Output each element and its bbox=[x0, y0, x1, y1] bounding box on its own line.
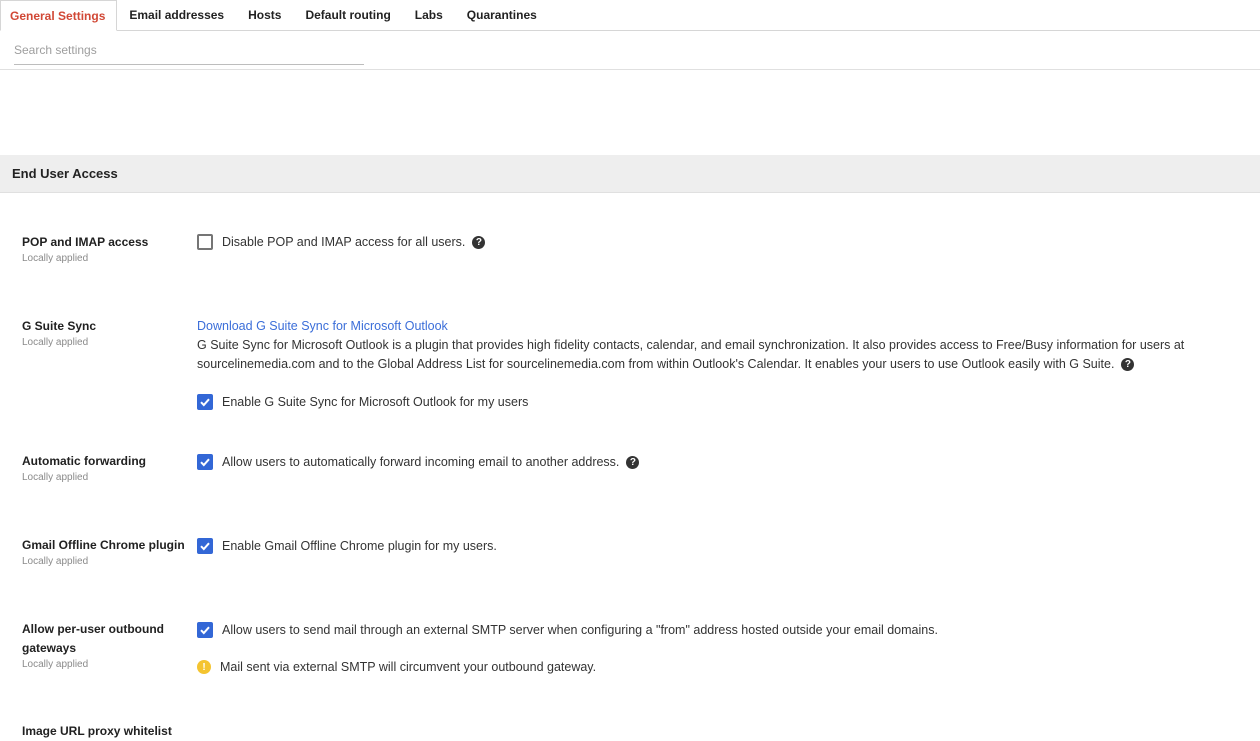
setting-status: Locally applied bbox=[22, 556, 89, 567]
checkmark-icon bbox=[200, 458, 210, 467]
description-text: G Suite Sync for Microsoft Outlook is a … bbox=[197, 338, 1185, 371]
checkbox-label: Enable Gmail Offline Chrome plugin for m… bbox=[222, 539, 497, 553]
search-bar bbox=[0, 31, 1260, 70]
setting-label: POP and IMAP access Locally applied bbox=[22, 233, 192, 266]
gsuite-sync-checkbox[interactable] bbox=[197, 394, 213, 410]
tab-quarantines[interactable]: Quarantines bbox=[455, 0, 549, 31]
setting-status: Locally applied bbox=[22, 337, 89, 348]
tab-general-settings[interactable]: General Settings bbox=[0, 0, 118, 31]
setting-label: Automatic forwarding Locally applied bbox=[22, 452, 192, 485]
checkbox-label: Disable POP and IMAP access for all user… bbox=[222, 235, 466, 249]
search-settings-input[interactable] bbox=[14, 36, 364, 65]
setting-status: Locally applied bbox=[22, 659, 89, 670]
setting-label: Allow per-user outbound gateways Locally… bbox=[22, 620, 182, 672]
checkbox-label: Allow users to automatically forward inc… bbox=[222, 455, 620, 469]
warning-icon: ! bbox=[197, 660, 211, 674]
help-icon[interactable]: ? bbox=[626, 455, 640, 469]
outbound-gateways-checkbox[interactable] bbox=[197, 622, 213, 638]
gmail-offline-checkbox[interactable] bbox=[197, 538, 213, 554]
setting-status: Locally applied bbox=[22, 472, 89, 483]
setting-name: G Suite Sync bbox=[22, 319, 97, 333]
checkmark-icon bbox=[200, 542, 210, 551]
setting-name: Automatic forwarding bbox=[22, 454, 147, 468]
checkmark-icon bbox=[200, 398, 210, 407]
tab-hosts[interactable]: Hosts bbox=[236, 0, 293, 31]
pop-imap-checkbox[interactable] bbox=[197, 234, 213, 250]
setting-name: Gmail Offline Chrome plugin bbox=[22, 538, 185, 552]
section-title: End User Access bbox=[12, 166, 118, 181]
setting-label: Image URL proxy whitelist bbox=[22, 722, 222, 741]
settings-tab-bar: General Settings Email addresses Hosts D… bbox=[0, 0, 1260, 31]
tab-labs[interactable]: Labs bbox=[403, 0, 455, 31]
setting-name: Image URL proxy whitelist bbox=[22, 724, 172, 738]
help-icon[interactable]: ? bbox=[1121, 358, 1135, 372]
setting-label: G Suite Sync Locally applied bbox=[22, 317, 192, 350]
download-gsuite-sync-link[interactable]: Download G Suite Sync for Microsoft Outl… bbox=[197, 319, 448, 333]
tab-email-addresses[interactable]: Email addresses bbox=[117, 0, 236, 31]
help-icon[interactable]: ? bbox=[472, 235, 486, 249]
warning-text: Mail sent via external SMTP will circumv… bbox=[220, 660, 597, 674]
setting-name: Allow per-user outbound gateways bbox=[22, 622, 164, 655]
setting-label: Gmail Offline Chrome plugin Locally appl… bbox=[22, 536, 197, 569]
setting-name: POP and IMAP access bbox=[22, 235, 149, 249]
tab-default-routing[interactable]: Default routing bbox=[293, 0, 402, 31]
gsuite-sync-description: G Suite Sync for Microsoft Outlook is a … bbox=[197, 336, 1237, 374]
checkbox-label: Allow users to send mail through an exte… bbox=[222, 623, 938, 637]
checkmark-icon bbox=[200, 626, 210, 635]
checkbox-label: Enable G Suite Sync for Microsoft Outloo… bbox=[222, 395, 529, 409]
auto-forward-checkbox[interactable] bbox=[197, 454, 213, 470]
section-header: End User Access bbox=[0, 155, 1260, 193]
setting-status: Locally applied bbox=[22, 253, 89, 264]
